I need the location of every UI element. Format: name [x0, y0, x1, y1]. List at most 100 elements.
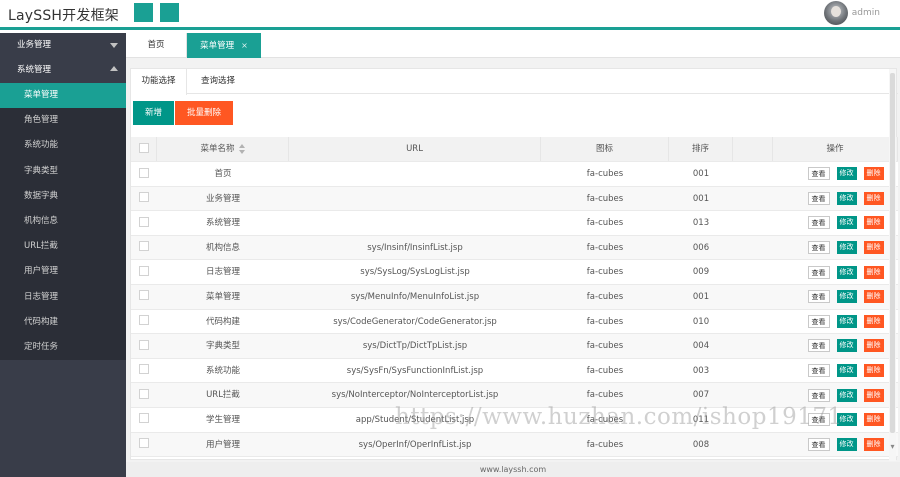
row-checkbox[interactable]	[139, 315, 149, 326]
cell-menu-name: 机构信息	[205, 242, 240, 253]
edit-button[interactable]: 修改	[836, 388, 857, 402]
sidebar-item-scheduler[interactable]: 定时任务	[0, 335, 126, 360]
table-row[interactable]: 学生管理 app/Student/StudentList.jsp fa-cubes 0…	[131, 407, 898, 433]
delete-button[interactable]: 删除	[863, 241, 884, 255]
edit-button[interactable]: 修改	[836, 241, 857, 255]
subtab-query-select[interactable]: 查询选择	[201, 69, 235, 94]
view-button[interactable]: 查看	[807, 413, 830, 427]
subtab-function-select[interactable]: 功能选择	[131, 69, 187, 95]
row-checkbox[interactable]	[139, 241, 149, 252]
table-row[interactable]: 日志管理 sys/SysLog/SysLogList.jsp fa-cubes 009…	[131, 260, 898, 285]
sidebar-item-users[interactable]: 用户管理	[0, 259, 126, 284]
row-checkbox[interactable]	[139, 192, 149, 203]
sidebar-item-logs[interactable]: 日志管理	[0, 285, 126, 310]
edit-button[interactable]: 修改	[836, 265, 857, 279]
row-select-cell	[131, 359, 157, 383]
cell-actions: 查看 修改 删除	[773, 285, 898, 309]
tab-menu-management[interactable]: 菜单管理 ×	[187, 33, 261, 58]
cell-icon: fa-cubes	[586, 193, 624, 204]
vertical-scrollbar[interactable]: ▾	[889, 69, 896, 461]
table-row[interactable]: 机构信息 sys/Insinf/InsinfList.jsp fa-cubes 006…	[131, 235, 898, 261]
delete-button[interactable]: 删除	[863, 413, 884, 427]
sidebar-item-dict-data[interactable]: 数据字典	[0, 184, 126, 209]
table-row[interactable]: 首页 fa-cubes 001 查看 修改 删除	[131, 162, 898, 187]
delete-button[interactable]: 删除	[863, 216, 884, 230]
edit-button[interactable]: 修改	[836, 437, 857, 451]
row-checkbox[interactable]	[139, 388, 149, 399]
view-button[interactable]: 查看	[807, 388, 830, 402]
edit-button[interactable]: 修改	[836, 364, 857, 378]
sidebar-item-menu[interactable]: 菜单管理	[0, 83, 126, 109]
edit-button[interactable]: 修改	[836, 216, 857, 230]
table-row[interactable]: 字典类型 sys/DictTp/DictTpList.jsp fa-cubes 004…	[131, 334, 898, 359]
scrollbar-thumb[interactable]	[890, 73, 895, 433]
row-checkbox[interactable]	[139, 265, 149, 276]
avatar[interactable]	[823, 1, 848, 25]
view-button[interactable]: 查看	[807, 437, 830, 451]
sidebar-item-roles[interactable]: 角色管理	[0, 108, 126, 133]
cell-menu-name: 用户管理	[205, 439, 240, 450]
row-checkbox[interactable]	[139, 438, 149, 449]
view-button[interactable]: 查看	[807, 167, 830, 181]
row-checkbox[interactable]	[139, 290, 149, 301]
sidebar-item-org[interactable]: 机构信息	[0, 209, 126, 234]
table-row[interactable]: URL拦截 sys/NoInterceptor/NoInterceptorList…	[131, 383, 898, 408]
cell-menu-name: 菜单管理	[205, 291, 240, 302]
view-button[interactable]: 查看	[807, 241, 830, 255]
row-checkbox[interactable]	[139, 339, 149, 350]
delete-button[interactable]: 删除	[863, 339, 884, 353]
delete-button[interactable]: 删除	[863, 265, 884, 279]
edit-button[interactable]: 修改	[836, 167, 857, 181]
view-button[interactable]: 查看	[807, 290, 830, 304]
table-row[interactable]: 用户管理 sys/OperInf/OperInfList.jsp fa-cubes 0…	[131, 432, 898, 458]
view-button[interactable]: 查看	[807, 339, 830, 353]
edit-button[interactable]: 修改	[836, 339, 857, 353]
sidebar-group-system[interactable]: 系统管理	[0, 58, 126, 83]
delete-button[interactable]: 删除	[863, 314, 884, 328]
sidebar-item-dict-types[interactable]: 字典类型	[0, 159, 126, 184]
view-button[interactable]: 查看	[807, 265, 830, 279]
table-row[interactable]: 系统功能 sys/SysFn/SysFunctionInfList.jsp fa-c…	[131, 358, 898, 384]
delete-button[interactable]: 删除	[863, 191, 884, 205]
row-checkbox[interactable]	[139, 413, 149, 424]
row-checkbox[interactable]	[139, 216, 149, 227]
menu-toggle-button[interactable]	[134, 3, 153, 22]
table-row[interactable]: 系统管理 fa-cubes 013 查看 修改 删除	[131, 211, 898, 236]
add-button[interactable]: 新增	[133, 101, 174, 125]
edit-button[interactable]: 修改	[836, 191, 857, 205]
table-row[interactable]: 代码构建 sys/CodeGenerator/CodeGenerator.jsp f…	[131, 309, 898, 335]
sort-icon[interactable]	[238, 143, 245, 154]
table-row[interactable]: 菜单管理 sys/MenuInfo/MenuInfoList.jsp fa-cube…	[131, 284, 898, 310]
row-checkbox[interactable]	[139, 167, 149, 178]
scroll-down-icon[interactable]: ▾	[889, 442, 896, 451]
close-icon[interactable]: ×	[241, 41, 248, 50]
sidebar-item-functions[interactable]: 系统功能	[0, 133, 126, 158]
delete-button[interactable]: 删除	[863, 388, 884, 402]
delete-button[interactable]: 删除	[863, 167, 884, 181]
view-button[interactable]: 查看	[807, 216, 830, 230]
header-menu-name[interactable]: 菜单名称	[157, 137, 289, 161]
sidebar-item-codegen[interactable]: 代码构建	[0, 310, 126, 335]
delete-button[interactable]: 删除	[863, 290, 884, 304]
cell-icon: fa-cubes	[586, 169, 624, 179]
cell-order: 001	[692, 291, 710, 302]
edit-button[interactable]: 修改	[836, 290, 857, 304]
delete-button[interactable]: 删除	[863, 364, 884, 378]
batch-delete-button[interactable]: 批量删除	[175, 101, 233, 125]
sidebar-group-business[interactable]: 业务管理	[0, 33, 126, 58]
user-menu[interactable]: admin	[823, 1, 880, 25]
table-row[interactable]: 业务管理 fa-cubes 001 查看 修改 删除	[131, 186, 898, 212]
view-button[interactable]: 查看	[807, 191, 830, 205]
view-button[interactable]: 查看	[807, 314, 830, 328]
row-checkbox[interactable]	[139, 364, 149, 375]
cell-empty	[733, 260, 773, 284]
delete-button[interactable]: 删除	[863, 437, 884, 451]
edit-button[interactable]: 修改	[836, 314, 857, 328]
refresh-button[interactable]	[160, 3, 179, 22]
tab-home[interactable]: 首页	[126, 33, 187, 58]
sidebar-item-url-intercept[interactable]: URL拦截	[0, 234, 126, 259]
edit-button[interactable]: 修改	[836, 413, 857, 427]
select-all-checkbox[interactable]	[138, 142, 149, 153]
username-label[interactable]: admin	[852, 8, 880, 18]
view-button[interactable]: 查看	[807, 364, 830, 378]
